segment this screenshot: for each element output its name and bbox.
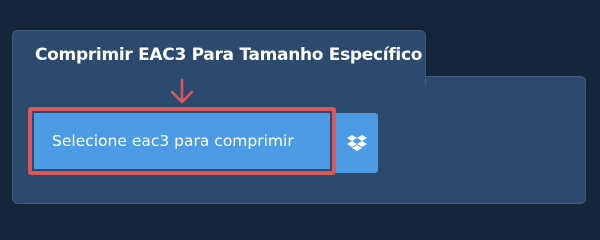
select-file-button[interactable]: Selecione eac3 para comprimir [34, 113, 330, 169]
arrow-down-icon [170, 78, 194, 104]
dropbox-button[interactable] [336, 113, 378, 173]
dropbox-icon [347, 135, 367, 151]
page-title: Comprimir EAC3 Para Tamanho Específico [35, 45, 423, 65]
converter-widget: Comprimir EAC3 Para Tamanho Específico S… [0, 0, 600, 230]
